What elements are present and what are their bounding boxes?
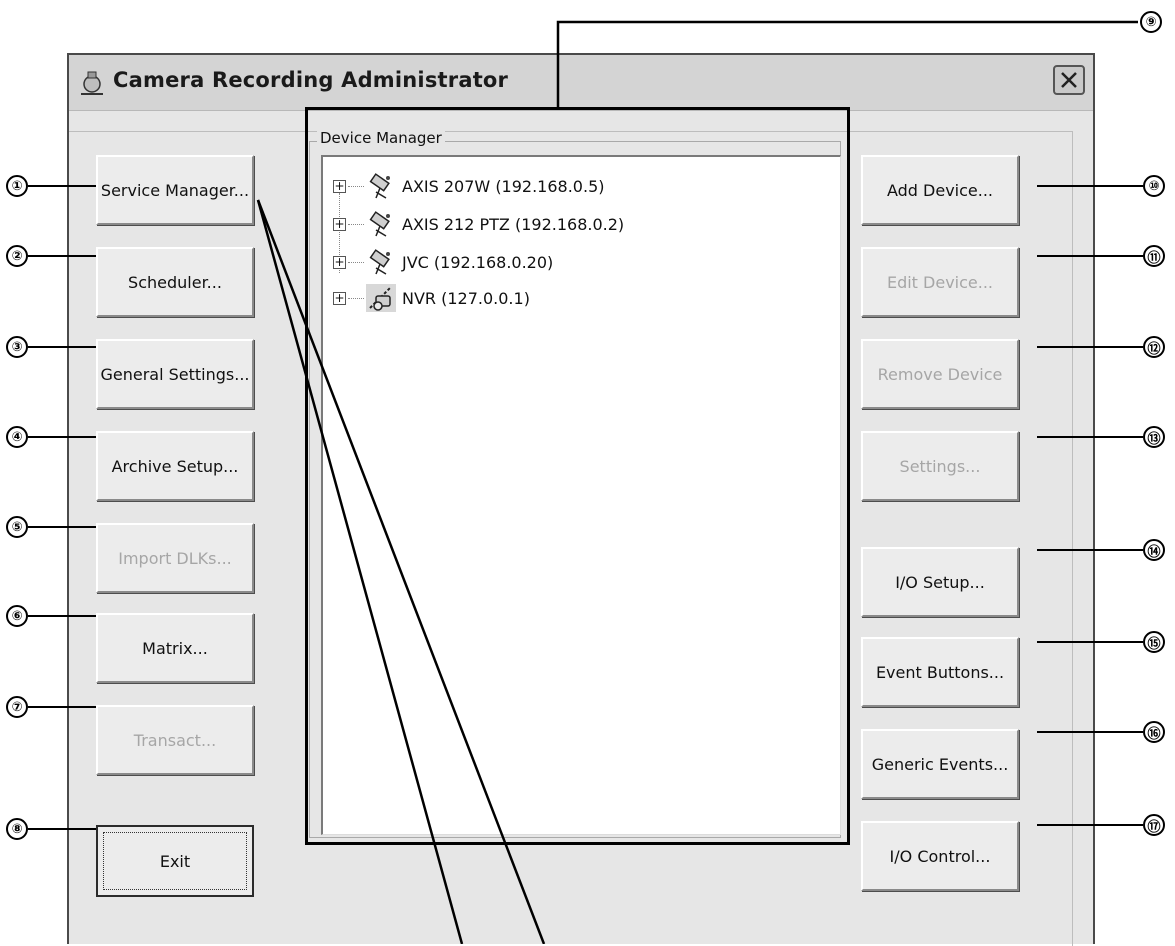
callout-6: ⑥ [6,605,28,627]
close-icon [1061,72,1077,88]
device-tree[interactable]: + AXIS 207W (192.168.0.5) + AXIS 212 PTZ… [321,155,841,835]
add-device-button[interactable]: Add Device... [861,155,1019,225]
callout-leader [28,706,96,708]
button-label: General Settings... [100,364,250,384]
camera-icon [369,249,390,275]
button-label: I/O Setup... [895,572,985,592]
expand-icon[interactable]: + [333,179,346,193]
expand-icon[interactable]: + [333,217,346,231]
focus-rectangle [103,832,247,890]
callout-leader [1037,185,1143,187]
callout-1: ① [6,175,28,197]
tree-item-device[interactable]: + JVC (192.168.0.20) [333,247,553,277]
button-label: Edit Device... [886,272,994,292]
callout-leader [1037,641,1143,643]
callout-14: ⑭ [1143,539,1165,561]
callout-leader [28,346,96,348]
callout-leader [1037,436,1143,438]
callout-leader [1037,731,1143,733]
device-manager-label: Device Manager [317,129,445,147]
device-name: AXIS 207W (192.168.0.5) [402,176,605,196]
button-label: Import DLKs... [118,548,232,568]
callout-leader [28,526,96,528]
callout-leader [28,828,96,830]
button-label: Service Manager... [100,180,250,200]
callout-leader [1037,346,1143,348]
button-label: Remove Device [877,364,1003,384]
io-setup-button[interactable]: I/O Setup... [861,547,1019,617]
callout-leader [28,255,96,257]
camera-icon [369,211,390,237]
callout-13: ⑬ [1143,426,1165,448]
button-label: Generic Events... [871,754,1009,774]
device-name: JVC (192.168.0.20) [402,252,554,272]
expand-icon[interactable]: + [333,255,346,269]
window-title: Camera Recording Administrator [113,68,509,92]
expand-icon[interactable]: + [333,291,346,305]
transact-button[interactable]: Transact... [96,705,254,775]
button-label: I/O Control... [889,846,991,866]
scheduler-button[interactable]: Scheduler... [96,247,254,317]
tree-connector [348,261,364,263]
callout-17: ⑰ [1143,814,1165,836]
service-manager-button[interactable]: Service Manager... [96,155,254,225]
tree-item-device[interactable]: + AXIS 212 PTZ (192.168.0.2) [333,209,624,239]
close-button[interactable] [1053,65,1085,95]
device-name: NVR (127.0.0.1) [402,288,530,308]
callout-8: ⑧ [6,818,28,840]
button-label: Archive Setup... [111,456,239,476]
nvr-icon [366,284,396,312]
callout-12: ⑫ [1143,336,1165,358]
callout-3: ③ [6,336,28,358]
button-label: Event Buttons... [875,662,1005,682]
callout-4: ④ [6,426,28,448]
io-control-button[interactable]: I/O Control... [861,821,1019,891]
callout-2: ② [6,245,28,267]
tree-item-device[interactable]: + AXIS 207W (192.168.0.5) [333,171,605,201]
remove-device-button[interactable]: Remove Device [861,339,1019,409]
tree-item-device[interactable]: + NVR (127.0.0.1) [333,283,530,313]
button-label: Transact... [133,730,217,750]
archive-setup-button[interactable]: Archive Setup... [96,431,254,501]
callout-5: ⑤ [6,516,28,538]
app-window: Camera Recording Administrator Service M… [67,53,1095,946]
callout-leader [28,436,96,438]
settings-button[interactable]: Settings... [861,431,1019,501]
callout-15: ⑮ [1143,631,1165,653]
callout-9: ⑨ [1140,11,1162,33]
exit-button[interactable]: Exit [96,825,254,897]
callout-leader [28,615,96,617]
callout-leader [28,185,96,187]
callout-16: ⑯ [1143,721,1165,743]
button-label: Settings... [899,456,981,476]
button-label: Add Device... [886,180,994,200]
camera-icon [369,173,390,199]
tree-connector [348,223,364,225]
callout-11: ⑪ [1143,245,1165,267]
callout-10: ⑩ [1143,175,1165,197]
button-label: Scheduler... [128,272,222,292]
callout-leader [1037,824,1143,826]
callout-leader [1037,255,1143,257]
general-settings-button[interactable]: General Settings... [96,339,254,409]
edit-device-button[interactable]: Edit Device... [861,247,1019,317]
app-icon [81,71,103,95]
event-buttons-button[interactable]: Event Buttons... [861,637,1019,707]
tree-connector [348,185,364,187]
tree-connector [348,297,364,299]
button-label: Matrix... [142,638,208,658]
title-bar[interactable]: Camera Recording Administrator [69,55,1093,111]
callout-7: ⑦ [6,696,28,718]
generic-events-button[interactable]: Generic Events... [861,729,1019,799]
import-dlks-button[interactable]: Import DLKs... [96,523,254,593]
callout-leader [1037,549,1143,551]
matrix-button[interactable]: Matrix... [96,613,254,683]
device-name: AXIS 212 PTZ (192.168.0.2) [402,214,625,234]
